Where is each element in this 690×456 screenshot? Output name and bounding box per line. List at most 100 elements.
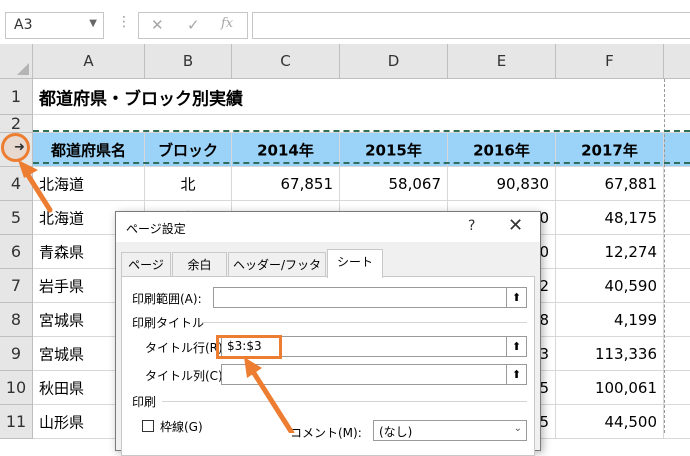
name-box[interactable]: A3 ▼ — [5, 12, 104, 39]
table-cell[interactable] — [664, 201, 690, 235]
tab-sheet[interactable]: シート — [327, 249, 383, 278]
close-icon[interactable]: ✕ — [508, 215, 523, 236]
row-header-10[interactable]: 10 — [0, 371, 33, 405]
table-cell[interactable]: 58,067 — [340, 167, 448, 201]
tab-header-footer[interactable]: ヘッダー/フッター — [228, 252, 326, 296]
table-cell[interactable] — [664, 337, 690, 371]
dialog-titlebar[interactable]: ページ設定 ? ✕ — [116, 212, 540, 242]
table-cell[interactable]: 北 — [145, 167, 232, 201]
help-icon[interactable]: ? — [468, 218, 475, 234]
table-cell[interactable] — [664, 235, 690, 269]
title-rows-label: タイトル行(R): — [145, 341, 227, 355]
row-header-2[interactable]: 2 — [0, 115, 33, 133]
row-3-highlight-circle — [1, 133, 30, 162]
column-header-f[interactable]: F — [556, 44, 664, 79]
row-header-1[interactable]: 1 — [0, 79, 33, 115]
print-titles-label: 印刷タイトル — [132, 316, 205, 330]
cell-value: 44,500 — [604, 412, 658, 431]
header-cell[interactable]: 2014年 — [232, 133, 340, 167]
column-header-g[interactable] — [664, 44, 690, 79]
collapse-dialog-icon[interactable]: ⬆ — [506, 364, 527, 385]
comments-select[interactable]: (なし) ⌄ — [373, 420, 527, 441]
header-label: 2017年 — [581, 141, 638, 159]
header-cell[interactable]: 2017年 — [556, 133, 664, 167]
row-header-11[interactable]: 11 — [0, 405, 33, 439]
row-header-9[interactable]: 9 — [0, 337, 33, 371]
collapse-dialog-icon[interactable]: ⬆ — [506, 336, 527, 357]
chevron-down-icon[interactable]: ⌄ — [514, 423, 522, 434]
header-label: 2014年 — [257, 141, 314, 159]
table-cell[interactable]: 113,336 — [556, 337, 664, 371]
formula-buttons: ✕ ✓ fx — [138, 12, 248, 39]
header-cell[interactable]: 都道府県名 — [33, 133, 145, 167]
table-cell[interactable]: 40,590 — [556, 269, 664, 303]
select-all-button[interactable] — [0, 44, 33, 79]
table-cell[interactable] — [664, 303, 690, 337]
row-header-5[interactable]: 5 — [0, 201, 33, 235]
header-label: 2015年 — [365, 141, 422, 159]
table-cell[interactable]: 北海道 — [33, 167, 145, 201]
print-section-label: 印刷 — [132, 395, 157, 409]
cell-value: 40,590 — [604, 276, 658, 295]
insert-function-icon[interactable]: fx — [221, 16, 233, 31]
dialog-title: ページ設定 — [126, 222, 186, 236]
comments-value: (なし) — [379, 425, 413, 439]
header-label: 都道府県名 — [50, 141, 126, 159]
cell-value: 宮城県 — [39, 311, 85, 329]
column-header-e[interactable]: E — [448, 44, 556, 79]
cell-value: 67,851 — [280, 174, 334, 193]
column-header-a[interactable]: A — [33, 44, 145, 79]
table-cell[interactable]: 100,061 — [556, 371, 664, 405]
header-cell[interactable]: ブロック — [145, 133, 232, 167]
column-header-b[interactable]: B — [145, 44, 232, 79]
header-cell[interactable]: 2016年 — [448, 133, 556, 167]
header-cell-extra[interactable] — [664, 133, 690, 167]
empty-row[interactable] — [33, 115, 690, 133]
table-cell[interactable] — [664, 371, 690, 405]
cell-value: 58,067 — [388, 174, 442, 193]
table-cell[interactable]: 48,175 — [556, 201, 664, 235]
print-area-field[interactable]: ⬆ — [213, 287, 527, 308]
tab-margins[interactable]: 余白 — [172, 252, 227, 277]
collapse-dialog-icon[interactable]: ⬆ — [506, 287, 527, 308]
chevron-down-icon[interactable]: ▼ — [89, 18, 97, 29]
column-header-c[interactable]: C — [232, 44, 340, 79]
cell-value: 北 — [180, 175, 196, 193]
cell-value: 秋田県 — [39, 379, 85, 397]
cell-value: 山形県 — [39, 413, 85, 431]
table-cell[interactable]: 67,851 — [232, 167, 340, 201]
tab-page[interactable]: ページ — [121, 252, 171, 277]
cell-value: 113,336 — [594, 344, 657, 363]
table-cell[interactable] — [664, 405, 690, 439]
cell-value: 48,175 — [604, 208, 658, 227]
cell-value: 岩手県 — [39, 277, 85, 295]
row-header-8[interactable]: 8 — [0, 303, 33, 337]
column-header-d[interactable]: D — [340, 44, 448, 79]
page-setup-dialog: ページ設定 ? ✕ ページ 余白 ヘッダー/フッター シート 印刷範囲(A): … — [115, 211, 541, 456]
cell-value: 青森県 — [39, 243, 85, 261]
cell-value: 宮城県 — [39, 345, 85, 363]
table-cell[interactable] — [664, 269, 690, 303]
drag-handle-icon[interactable]: ⋮ — [117, 14, 131, 30]
table-cell[interactable]: 67,881 — [556, 167, 664, 201]
title-columns-field[interactable]: ⬆ — [221, 364, 527, 385]
table-cell[interactable]: 90,830 — [448, 167, 556, 201]
table-cell[interactable] — [664, 167, 690, 201]
header-cell[interactable]: 2015年 — [340, 133, 448, 167]
gridlines-checkbox[interactable] — [142, 420, 154, 432]
name-box-value: A3 — [14, 17, 33, 33]
table-cell[interactable]: 44,500 — [556, 405, 664, 439]
formula-input[interactable] — [252, 12, 690, 39]
cell-value: 67,881 — [604, 174, 658, 193]
title-cell[interactable]: 都道府県・ブロック別実績 — [33, 79, 690, 115]
print-area-label: 印刷範囲(A): — [132, 292, 202, 306]
cancel-icon[interactable]: ✕ — [151, 16, 164, 34]
sheet-title: 都道府県・ブロック別実績 — [39, 89, 243, 109]
table-cell[interactable]: 12,274 — [556, 235, 664, 269]
enter-icon[interactable]: ✓ — [187, 16, 200, 34]
table-cell[interactable]: 4,199 — [556, 303, 664, 337]
row-header-7[interactable]: 7 — [0, 269, 33, 303]
row-header-6[interactable]: 6 — [0, 235, 33, 269]
row-header-4[interactable]: 4 — [0, 167, 33, 201]
cell-value: 12,274 — [604, 242, 658, 261]
